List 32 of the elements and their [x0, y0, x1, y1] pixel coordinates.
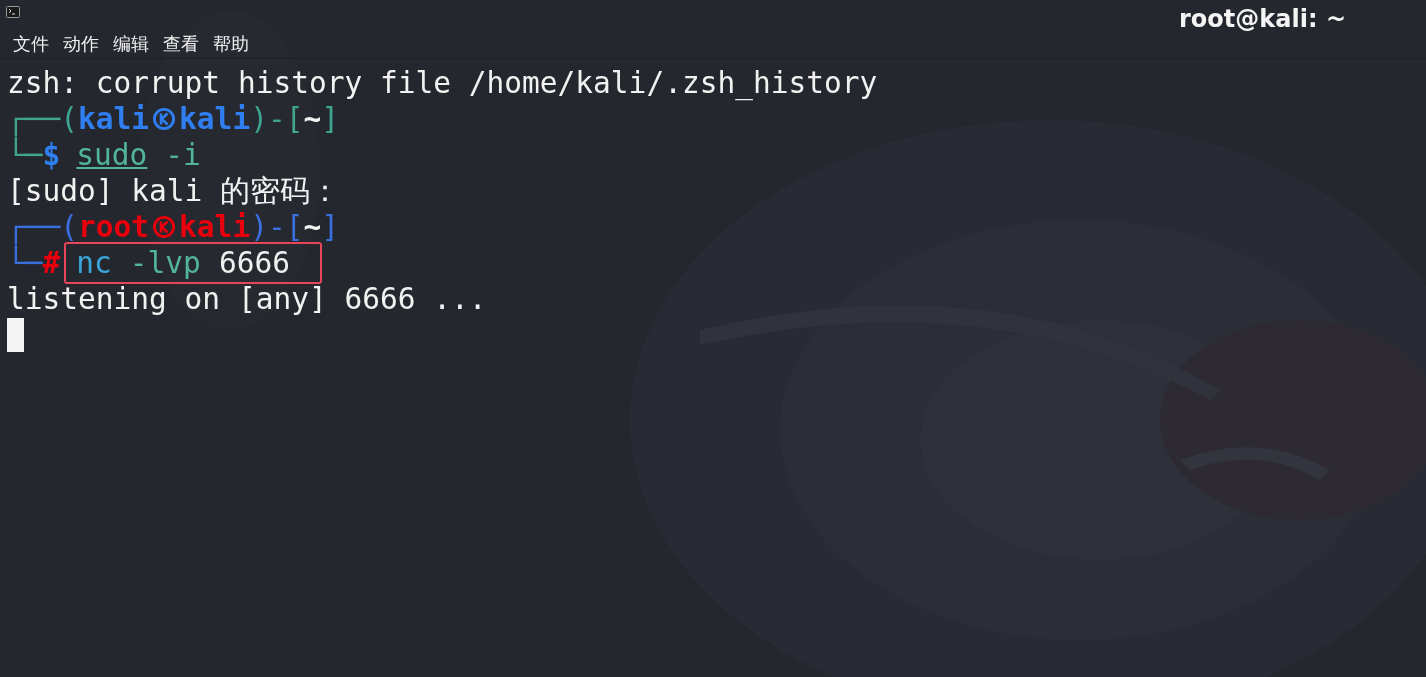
command-token: nc — [76, 245, 112, 281]
prompt-frame: )-[ — [250, 209, 304, 245]
prompt-frame: └─ — [7, 245, 43, 281]
menu-item[interactable]: 查看 — [163, 32, 199, 56]
terminal-output: listening on [any] 6666 ... — [7, 281, 487, 317]
prompt-host: kali — [179, 209, 251, 245]
prompt-user: root — [78, 209, 150, 245]
prompt-frame: ┌──( — [7, 209, 79, 245]
prompt-host: kali — [179, 101, 251, 137]
prompt-frame: ] — [321, 209, 339, 245]
command-token: -i — [165, 137, 201, 173]
terminal-output: zsh: corrupt history file /home/kali/.zsh_history — [7, 65, 878, 101]
menu-item[interactable]: 帮助 — [213, 32, 249, 56]
terminal-icon — [6, 6, 20, 18]
command-token: 6666 — [218, 245, 290, 281]
prompt-directory: ~ — [303, 101, 322, 137]
cursor — [7, 318, 24, 352]
prompt-frame: ┌──( — [7, 101, 79, 137]
menu-item[interactable]: 编辑 — [113, 32, 149, 56]
window-title: root@kali: ~ — [1179, 5, 1346, 33]
terminal-output: [sudo] kali 的密码： — [7, 173, 341, 209]
prompt-user: kali — [78, 101, 150, 137]
menu-item[interactable]: 文件 — [13, 32, 49, 56]
command-token: sudo — [76, 137, 148, 173]
prompt-frame: ] — [321, 101, 339, 137]
prompt-symbol: $ — [42, 138, 61, 173]
prompt-frame: └─ — [7, 137, 43, 173]
prompt-frame: )-[ — [250, 101, 304, 137]
prompt-symbol: # — [42, 246, 61, 281]
prompt-directory: ~ — [303, 209, 322, 245]
command-token: -lvp — [129, 245, 201, 281]
menu-item[interactable]: 动作 — [63, 32, 99, 56]
